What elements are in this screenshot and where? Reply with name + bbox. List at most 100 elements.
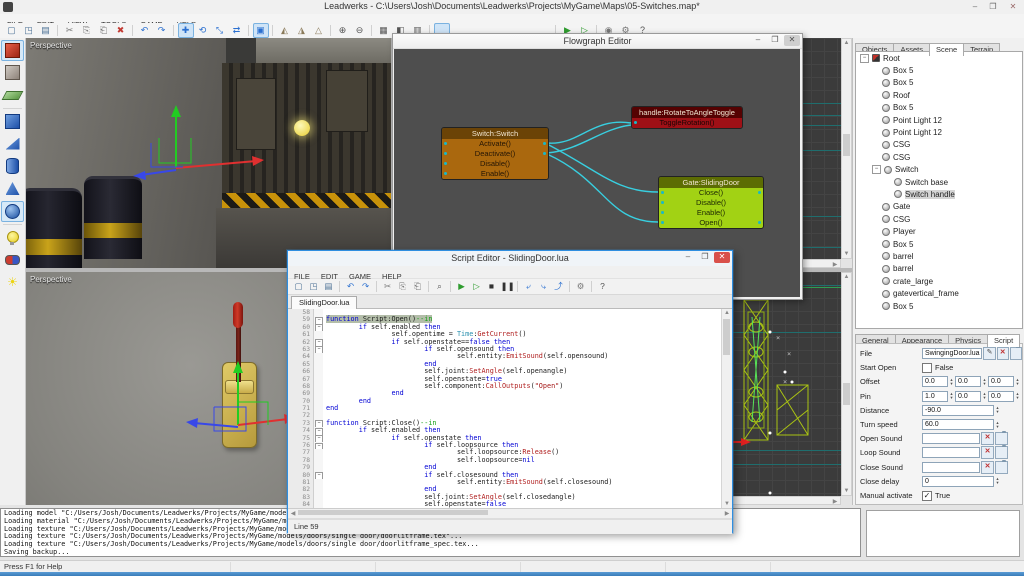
select-tool-button[interactable]: ▣ xyxy=(253,23,269,38)
tab-slidingdoor-lua[interactable]: SlidingDoor.lua xyxy=(291,296,357,309)
spinner[interactable]: ▴▾ xyxy=(994,405,1001,416)
maximize-button[interactable]: ❐ xyxy=(697,252,713,263)
expander-icon[interactable]: − xyxy=(860,54,869,63)
tree-item-box-5[interactable]: Box 5 xyxy=(856,77,1022,89)
tree-item-switch-base[interactable]: Switch base xyxy=(856,176,1022,188)
input-pin[interactable] xyxy=(444,152,447,155)
paste-button[interactable]: ⎗ xyxy=(411,279,425,294)
browse-button[interactable] xyxy=(995,461,1008,474)
flow-node-function[interactable]: Open() xyxy=(659,218,763,228)
input-pin[interactable] xyxy=(444,142,447,145)
flow-node-function[interactable]: Activate() xyxy=(442,139,548,149)
tree-item-barrel[interactable]: barrel xyxy=(856,250,1022,262)
close-button[interactable]: ✕ xyxy=(1004,1,1022,12)
directional-light-button[interactable]: ☀ xyxy=(1,272,24,293)
tree-item-box-5[interactable]: Box 5 xyxy=(856,300,1022,312)
close-button[interactable]: ✕ xyxy=(784,35,800,46)
output-pin[interactable] xyxy=(543,142,546,145)
zoom-in-button[interactable]: ⊕ xyxy=(335,23,351,38)
input-pin[interactable] xyxy=(661,221,664,224)
find-button[interactable]: ⌕ xyxy=(433,279,447,294)
value-input[interactable]: 0.0 xyxy=(955,391,981,402)
save-map-button[interactable]: ▤ xyxy=(38,23,54,38)
browse-button[interactable] xyxy=(995,446,1008,459)
cut-button[interactable]: ✂ xyxy=(62,23,78,38)
zoom-out-button[interactable]: ⊖ xyxy=(352,23,368,38)
tree-item-point-light-12[interactable]: Point Light 12 xyxy=(856,126,1022,138)
csg-cone-button[interactable] xyxy=(1,178,24,199)
scrollbar-vertical[interactable]: ▲▼ xyxy=(841,272,852,496)
value-input[interactable]: SwingingDoor.lua xyxy=(922,348,982,359)
code-editor[interactable]: 5859−function Script:Open()--in60− if se… xyxy=(288,309,732,509)
tree-item-csg[interactable]: CSG xyxy=(856,139,1022,151)
script-editor-titlebar[interactable]: Script Editor - SlidingDoor.lua – ❐ ✕ xyxy=(288,251,732,266)
tree-item-box-5[interactable]: Box 5 xyxy=(856,64,1022,76)
layout-quad-button[interactable]: ▦ xyxy=(376,23,392,38)
csg-box-button[interactable] xyxy=(1,111,24,132)
flow-node-function[interactable]: Deactivate() xyxy=(442,149,548,159)
tree-item-csg[interactable]: CSG xyxy=(856,213,1022,225)
value-input[interactable] xyxy=(922,447,980,458)
value-input[interactable]: 0.0 xyxy=(988,391,1014,402)
minimize-button[interactable]: – xyxy=(966,1,984,12)
flow-node-function[interactable]: Close() xyxy=(659,188,763,198)
tree-item-switch[interactable]: −Switch xyxy=(856,164,1022,176)
pause-button[interactable]: ❚❚ xyxy=(500,279,514,294)
minimize-button[interactable]: – xyxy=(750,35,766,46)
stop-button[interactable]: ■ xyxy=(485,279,499,294)
run-button[interactable]: ▶ xyxy=(455,279,469,294)
value-input[interactable]: 60.0 xyxy=(922,419,994,430)
spinner[interactable]: ▴▾ xyxy=(981,391,988,402)
csg-sphere-button[interactable] xyxy=(1,201,24,222)
flow-node-function[interactable]: Disable() xyxy=(442,159,548,169)
flow-node-gate-slidingdoor[interactable]: Gate:SlidingDoorClose()Disable()Enable()… xyxy=(658,176,764,229)
value-input[interactable]: 1.0 xyxy=(922,391,948,402)
input-pin[interactable] xyxy=(634,121,637,124)
input-pin[interactable] xyxy=(444,162,447,165)
save-script-button[interactable]: ▤ xyxy=(322,279,336,294)
browse-button[interactable] xyxy=(1010,347,1022,360)
scale-tool-button[interactable]: ⤡ xyxy=(212,23,228,38)
value-input[interactable] xyxy=(922,433,980,444)
value-input[interactable] xyxy=(922,462,980,473)
terrain-raise-button[interactable]: ◭ xyxy=(277,23,293,38)
scrollbar-vertical[interactable]: ▲▼ xyxy=(841,38,852,259)
options-button[interactable]: ⚙ xyxy=(574,279,588,294)
tree-item-player[interactable]: Player xyxy=(856,225,1022,237)
csg-wedge-button[interactable] xyxy=(1,133,24,154)
spinner[interactable]: ▴▾ xyxy=(1014,376,1021,387)
clear-button[interactable]: ✕ xyxy=(981,432,994,445)
flow-node-function[interactable]: Enable() xyxy=(659,208,763,218)
clear-button[interactable]: ✕ xyxy=(981,446,994,459)
tree-item-csg[interactable]: CSG xyxy=(856,151,1022,163)
scrollbar-horizontal[interactable]: ▶ xyxy=(800,259,841,268)
spinner[interactable]: ▴▾ xyxy=(981,376,988,387)
viewport-perspective-top[interactable]: Perspective xyxy=(26,38,391,268)
minimize-button[interactable]: – xyxy=(680,252,696,263)
script-editor-window[interactable]: Script Editor - SlidingDoor.lua – ❐ ✕ FI… xyxy=(287,250,733,533)
csg-box-textured-button[interactable] xyxy=(1,62,24,83)
scrollbar-horizontal[interactable]: ◀ ▶ xyxy=(288,509,732,519)
terrain-lower-button[interactable]: ◮ xyxy=(294,23,310,38)
undo-button[interactable]: ↶ xyxy=(344,279,358,294)
tab-scene[interactable]: Scene xyxy=(929,43,964,56)
move-tool-button[interactable]: ✚ xyxy=(178,23,194,38)
open-script-button[interactable]: ◳ xyxy=(307,279,321,294)
maximize-button[interactable]: ❐ xyxy=(984,1,1002,12)
value-input[interactable]: 0.0 xyxy=(988,376,1014,387)
flow-node-handle-rotatetoangletoggle[interactable]: handle:RotateToAngleToggleToggleRotation… xyxy=(631,106,743,129)
spinner[interactable]: ▴▾ xyxy=(994,419,1001,430)
tree-item-box-5[interactable]: Box 5 xyxy=(856,238,1022,250)
step-over-button[interactable]: ⤷ xyxy=(537,279,551,294)
csg-mat-button[interactable] xyxy=(1,85,24,106)
expander-icon[interactable]: − xyxy=(872,165,881,174)
open-map-button[interactable]: ◳ xyxy=(21,23,37,38)
checkbox[interactable] xyxy=(922,363,932,373)
edit-script-button[interactable]: ✎ xyxy=(983,347,995,360)
copy-button[interactable]: ⎘ xyxy=(79,23,95,38)
output-pin[interactable] xyxy=(543,152,546,155)
clear-button[interactable]: ✕ xyxy=(981,461,994,474)
flow-node-function[interactable]: Disable() xyxy=(659,198,763,208)
maximize-button[interactable]: ❐ xyxy=(767,35,783,46)
tree-item-point-light-12[interactable]: Point Light 12 xyxy=(856,114,1022,126)
